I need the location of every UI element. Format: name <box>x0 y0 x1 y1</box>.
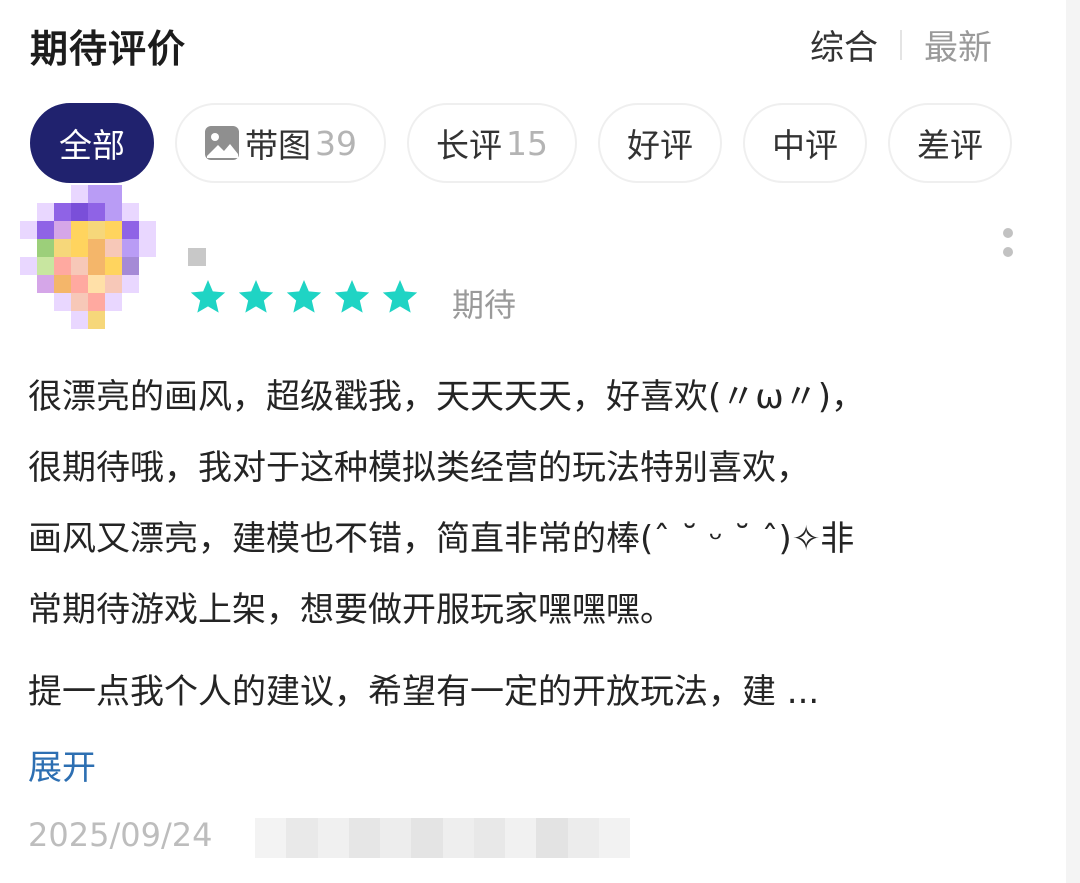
avatar-pixel <box>105 257 122 275</box>
avatar-pixel <box>105 275 122 293</box>
avatar-pixel <box>71 239 88 257</box>
filter-chip-label: 中评 <box>772 126 838 165</box>
sort-divider <box>900 29 902 60</box>
scrollbar-track <box>1066 0 1080 883</box>
redacted-block <box>442 818 474 858</box>
more-options-icon[interactable] <box>1000 228 1016 268</box>
avatar-pixel <box>20 221 37 239</box>
filter-chip-all[interactable]: 全部 <box>30 103 154 183</box>
avatar-pixel <box>122 221 139 239</box>
rating-label: 期待 <box>452 286 517 324</box>
star-icon <box>286 280 322 313</box>
star-icon <box>190 280 226 313</box>
filter-chip-count: 39 <box>315 123 357 163</box>
review-line: 很期待哦，我对于这种模拟类经营的玩法特别喜欢， <box>28 448 810 488</box>
redacted-block <box>536 818 568 858</box>
avatar-pixel <box>105 203 122 221</box>
redacted-block <box>567 818 599 858</box>
avatar-pixel <box>105 221 122 239</box>
review-line: 画风又漂亮，建模也不错，简直非常的棒(ˆ ˘ ᵕ ˘ ˆ)✧非 <box>28 519 855 559</box>
avatar-pixel <box>37 275 54 293</box>
filter-chip-label: 差评 <box>917 126 983 165</box>
avatar-pixel <box>37 239 54 257</box>
avatar-pixel <box>71 311 88 329</box>
review-paragraph-truncated: 提一点我个人的建议，希望有一定的开放玩法，建 ... <box>28 672 820 712</box>
avatar-pixel <box>139 221 156 239</box>
avatar-pixel <box>105 239 122 257</box>
avatar-pixel <box>88 203 105 221</box>
avatar-pixel <box>71 257 88 275</box>
avatar[interactable] <box>20 185 160 335</box>
redacted-block <box>286 818 318 858</box>
redacted-block <box>598 818 630 858</box>
redacted-block <box>411 818 443 858</box>
filter-chip-long-reviews[interactable]: 长评 15 <box>407 103 577 183</box>
avatar-pixel <box>88 239 105 257</box>
redacted-block <box>348 818 380 858</box>
image-icon <box>205 126 239 160</box>
avatar-pixel <box>37 203 54 221</box>
username-redacted[interactable] <box>188 248 206 266</box>
filter-chip-positive[interactable]: 好评 <box>598 103 722 183</box>
sort-option-comprehensive[interactable]: 综合 <box>810 20 878 69</box>
avatar-pixel <box>54 293 71 311</box>
redacted-block <box>380 818 412 858</box>
star-icon <box>382 280 418 313</box>
expand-button[interactable]: 展开 <box>28 740 96 789</box>
avatar-pixel <box>105 293 122 311</box>
star-icon <box>238 280 274 313</box>
avatar-pixel <box>88 275 105 293</box>
avatar-pixel <box>54 221 71 239</box>
filter-chip-count: 15 <box>506 123 548 163</box>
avatar-pixel <box>88 185 105 203</box>
avatar-pixel <box>139 239 156 257</box>
redacted-device-info <box>255 818 630 858</box>
avatar-pixel <box>122 275 139 293</box>
avatar-pixel <box>88 311 105 329</box>
avatar-pixel <box>122 239 139 257</box>
filter-chips: 全部 带图 39 长评 15 好评 中评 差评 <box>30 103 1033 185</box>
filter-chip-label: 全部 <box>59 126 125 165</box>
avatar-pixel <box>71 221 88 239</box>
avatar-pixel <box>122 203 139 221</box>
avatar-pixel <box>88 257 105 275</box>
filter-chip-label: 长评 <box>436 126 502 165</box>
sort-option-latest[interactable]: 最新 <box>924 20 992 69</box>
filter-chip-label: 好评 <box>627 126 693 165</box>
avatar-pixel <box>54 239 71 257</box>
filter-chip-neutral[interactable]: 中评 <box>743 103 867 183</box>
avatar-pixel <box>88 221 105 239</box>
avatar-pixel <box>71 203 88 221</box>
avatar-pixel <box>71 293 88 311</box>
avatar-pixel <box>54 203 71 221</box>
review-page: 期待评价 综合 最新 全部 带图 39 长评 15 好评 中评 差评 期待 很漂… <box>0 0 1080 883</box>
avatar-pixel <box>71 185 88 203</box>
avatar-pixel <box>105 185 122 203</box>
avatar-pixel <box>37 221 54 239</box>
review-date: 2025/09/24 <box>28 816 213 854</box>
avatar-pixel <box>54 275 71 293</box>
avatar-pixel <box>20 257 37 275</box>
reviews-header: 期待评价 综合 最新 <box>30 12 1050 71</box>
avatar-pixel <box>37 257 54 275</box>
avatar-pixel <box>54 257 71 275</box>
star-rating <box>188 277 428 317</box>
star-icon <box>334 280 370 313</box>
redacted-block <box>505 818 537 858</box>
redacted-block <box>255 818 287 858</box>
review-line: 很漂亮的画风，超级戳我，天天天天，好喜欢(〃ω〃)， <box>28 377 865 417</box>
redacted-block <box>473 818 505 858</box>
redacted-block <box>317 818 349 858</box>
review-body: 很漂亮的画风，超级戳我，天天天天，好喜欢(〃ω〃)， 很期待哦，我对于这种模拟类… <box>28 362 1028 646</box>
section-title: 期待评价 <box>30 27 187 71</box>
avatar-pixel <box>88 293 105 311</box>
filter-chip-label: 带图 <box>245 126 311 165</box>
filter-chip-negative[interactable]: 差评 <box>888 103 1012 183</box>
filter-chip-with-images[interactable]: 带图 39 <box>175 103 386 183</box>
avatar-pixel <box>122 257 139 275</box>
review-line: 常期待游戏上架，想要做开服玩家嘿嘿嘿。 <box>28 590 674 630</box>
sort-toggle: 综合 最新 <box>810 20 992 69</box>
avatar-pixel <box>71 275 88 293</box>
